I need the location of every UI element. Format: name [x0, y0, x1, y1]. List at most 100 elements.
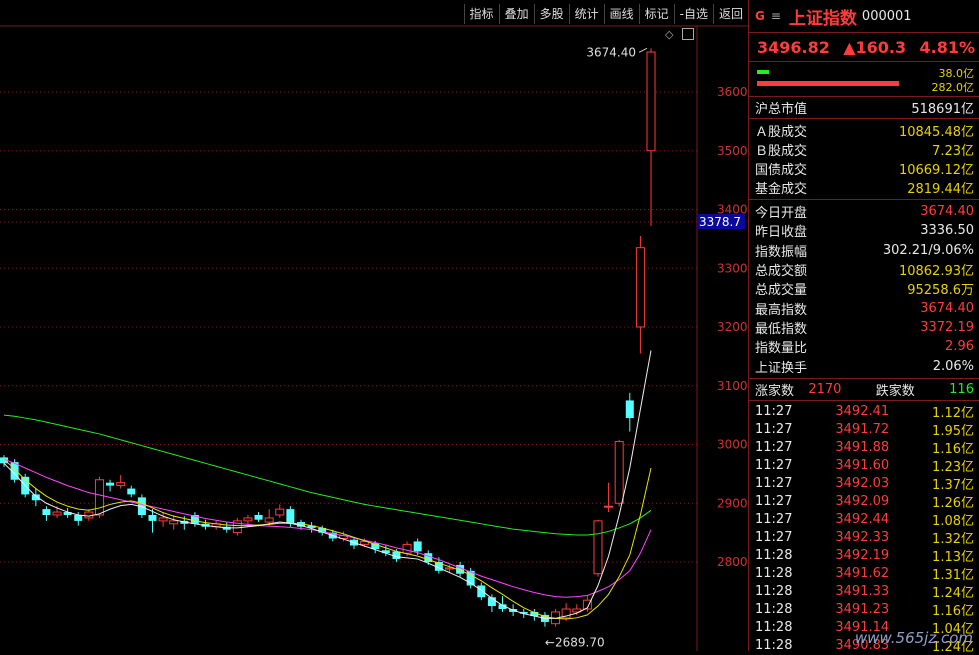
turnover-label: 国债成交	[755, 163, 808, 178]
turnover-label: Ａ股成交	[755, 125, 808, 140]
candle-body-up	[158, 517, 168, 522]
quote-row: 3496.82 ▲160.3 4.81%	[749, 32, 979, 61]
market-cap-value: 518691亿	[911, 102, 974, 117]
current-price: 3496.82	[757, 37, 830, 57]
stat-label: 今日开盘	[755, 206, 808, 222]
toolbar-btn-5[interactable]: 标记	[638, 4, 674, 24]
trade-time: 11:27	[755, 476, 793, 492]
trade-row: 11:28 3491.33 1.24亿	[749, 583, 979, 601]
toolbar-btn-7[interactable]: 返回	[712, 4, 748, 24]
ma-line-green	[3, 414, 652, 536]
high-annotation: 3674.40	[586, 45, 636, 59]
panel-header: G ≡ 上证指数 000001	[749, 0, 979, 32]
candle-body-down	[392, 551, 401, 560]
trade-price: 3492.03	[835, 476, 890, 492]
market-cap-label: 沪总市值	[755, 102, 808, 117]
candle-body-up	[614, 441, 624, 504]
diamond-icon[interactable]: ◇	[665, 28, 673, 41]
trade-amount: 1.23亿	[932, 460, 974, 476]
trade-amount: 1.16亿	[932, 442, 974, 458]
toolbar-btn-2[interactable]: 多股	[533, 4, 569, 24]
trade-amount: 1.12亿	[932, 406, 974, 422]
stat-value: 3674.40	[920, 300, 974, 316]
up-label: 涨家数	[755, 383, 795, 399]
trade-time: 11:27	[755, 404, 793, 420]
stat-value: 3336.50	[920, 223, 974, 239]
trade-amount: 1.24亿	[932, 586, 974, 602]
stat-label: 最低指数	[755, 321, 808, 337]
toolbar-btn-1[interactable]: 叠加	[498, 4, 534, 24]
g-label[interactable]: G	[755, 9, 765, 23]
bar-bottom-value: 282.0亿	[931, 81, 975, 94]
trade-time: 11:27	[755, 422, 793, 438]
toolbar-btn-6[interactable]: -自选	[673, 4, 713, 24]
turnover-block: Ａ股成交 10845.48亿 Ｂ股成交 7.23亿 国债成交 10669.12亿 基金成交 2…	[749, 118, 979, 199]
trade-row: 11:27 3492.44 1.08亿	[749, 511, 979, 529]
y-tick-label: 2800	[717, 555, 748, 569]
trade-price: 3491.72	[835, 422, 890, 438]
toolbar-btn-4[interactable]: 画线	[603, 4, 639, 24]
turnover-label: Ｂ股成交	[755, 144, 808, 159]
low-annotation: ←2689.70	[545, 636, 605, 650]
turnover-value: 10845.48亿	[898, 125, 974, 140]
candle-body-down	[413, 541, 422, 552]
down-count: 116	[949, 381, 974, 397]
index-name: 上证指数	[788, 8, 857, 29]
flow-bars: 38.0亿 282.0亿	[749, 61, 979, 96]
trade-row: 11:28 3491.23 1.16亿	[749, 601, 979, 619]
stat-label: 上证换手	[755, 360, 808, 376]
trade-time: 11:27	[755, 512, 793, 528]
trade-price: 3492.41	[835, 404, 890, 420]
candle-body-up	[84, 511, 94, 519]
stat-row: 指数量比 2.96	[749, 337, 979, 356]
stat-label: 指数量比	[755, 341, 808, 357]
window-toggle-icon[interactable]	[682, 28, 694, 40]
stat-row: 上证换手 2.06%	[749, 356, 979, 376]
turnover-value: 2819.44亿	[907, 182, 974, 197]
stat-value: 2.96	[945, 339, 974, 355]
trade-amount: 1.37亿	[932, 478, 974, 494]
trade-price: 3491.23	[835, 602, 890, 618]
stat-row: 最高指数 3674.40	[749, 298, 979, 318]
trade-row: 11:27 3492.09 1.26亿	[749, 493, 979, 511]
toolbar-btn-3[interactable]: 统计	[568, 4, 604, 24]
candle-body-up	[604, 505, 614, 508]
kline-chart-area[interactable]: 2800 2900 3000 3100 3200 3300 3400 3500 3600 3674…	[0, 0, 748, 651]
candle-body-up	[593, 520, 603, 575]
toolbar-btn-0[interactable]: 指标	[463, 4, 499, 24]
turnover-row: 国债成交 10669.12亿	[749, 159, 979, 178]
trade-row: 11:28 3492.19 1.13亿	[749, 547, 979, 565]
stat-row: 总成交额 10862.93亿	[749, 260, 979, 279]
y-tick-label: 3100	[717, 379, 748, 393]
candle-body-up	[275, 508, 285, 516]
kline-chart[interactable]: 2800290030003100320033003400350036003674…	[0, 0, 748, 651]
outflow-red-bar	[757, 81, 897, 86]
trade-row: 11:27 3492.33 1.32亿	[749, 529, 979, 547]
y-tick-label: 3000	[717, 438, 748, 452]
candle-body-down	[286, 509, 295, 524]
trade-time: 11:27	[755, 494, 793, 510]
trade-time: 11:28	[755, 620, 793, 636]
outflow-red-bar-tail	[893, 81, 899, 86]
candle-body-down	[254, 515, 263, 520]
menu-icon[interactable]: ≡	[771, 9, 781, 23]
down-label: 跌家数	[875, 383, 915, 399]
quote-panel: G ≡ 上证指数 000001 3496.82 ▲160.3 4.81% 38.…	[748, 0, 979, 655]
turnover-label: 基金成交	[755, 182, 808, 197]
trade-price: 3491.62	[835, 566, 890, 582]
stat-value: 2.06%	[932, 358, 974, 374]
trade-row: 11:27 3492.03 1.37亿	[749, 475, 979, 493]
stat-label: 总成交量	[755, 283, 808, 299]
trade-amount: 1.16亿	[932, 604, 974, 620]
trade-amount: 1.13亿	[932, 550, 974, 566]
stat-row: 昨日收盘 3336.50	[749, 221, 979, 240]
watermark: www.565jz.com	[854, 629, 973, 647]
candle-body-up	[646, 51, 656, 152]
trade-price: 3492.44	[835, 512, 890, 528]
candle-body-up	[94, 479, 104, 516]
trades-list[interactable]: 11:27 3492.41 1.12亿 11:27 3491.72 1.95亿 11:27 3…	[749, 399, 979, 655]
trade-price: 3491.60	[835, 458, 890, 474]
stat-row: 今日开盘 3674.40	[749, 202, 979, 221]
trade-price: 3491.33	[835, 584, 890, 600]
up-count: 2170	[808, 381, 842, 397]
